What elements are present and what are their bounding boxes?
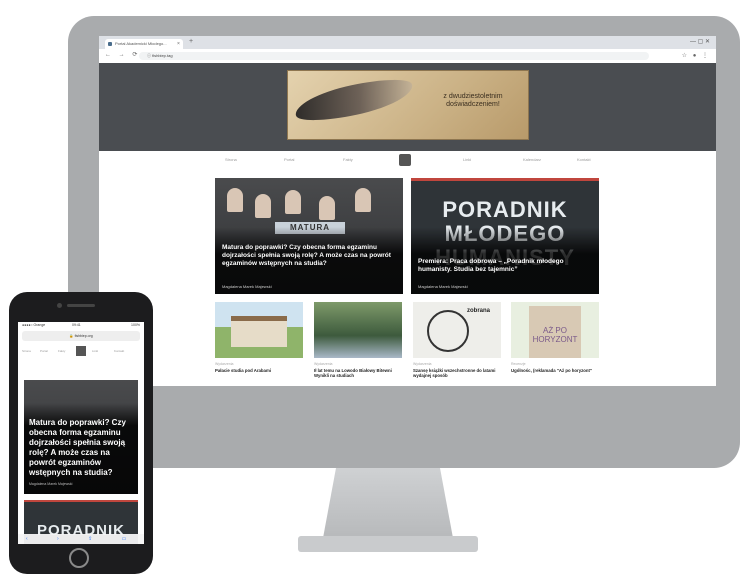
article-thumbnail: zobrana <box>413 302 501 358</box>
fountain-pen-image <box>292 72 416 128</box>
article-title[interactable]: Ugólnośc, (reklamada "Aż po horyzont" <box>511 368 599 373</box>
nav-item[interactable]: Kontakt <box>577 157 591 162</box>
front-camera <box>57 303 62 308</box>
featured-article[interactable]: PORADNIK MŁODEGO HUMANISTY Premiera: Pra… <box>411 178 599 294</box>
browser-nav-icons[interactable]: ← → ⟳ <box>105 51 140 58</box>
featured-article[interactable]: MATURA Matura do poprawki? Czy obecna fo… <box>215 178 403 294</box>
article-card[interactable]: Wydarzenia Ił lat temu na Lowodo Białowy… <box>314 302 402 386</box>
nav-item[interactable]: Kalendarz <box>523 157 541 162</box>
photo-person <box>355 188 371 212</box>
site-logo[interactable] <box>76 346 86 356</box>
article-thumbnail <box>215 302 303 358</box>
article-author: Magdalena Marek Majewski <box>29 482 73 486</box>
article-title[interactable]: Matura do poprawki? Czy obecna forma egz… <box>222 244 392 268</box>
phone-speaker <box>67 304 95 307</box>
nav-item[interactable]: Kontakt <box>114 349 124 353</box>
header-banner[interactable]: z dwudziestoletnim doświadczeniem! <box>287 70 529 140</box>
photo-person <box>227 188 243 212</box>
url-field[interactable]: ⓘ fishbiep.tag <box>139 52 649 60</box>
phone-featured-article[interactable]: Matura do poprawki? Czy obecna forma egz… <box>24 380 138 494</box>
article-card[interactable]: zobrana Wydarzenia Szansę książki wszech… <box>413 302 501 386</box>
photo-person <box>285 190 301 214</box>
article-category: Wydarzenia <box>413 362 432 366</box>
safari-toolbar[interactable]: ‹ › ⇪ ▭ ⧉ <box>18 534 144 544</box>
article-author: Magdalena Marek Majewski <box>418 284 468 289</box>
article-category: Wydarzenia <box>314 362 333 366</box>
article-author: Magdalena Marek Majewski <box>222 284 272 289</box>
battery-status: 100% <box>131 323 140 327</box>
article-card[interactable]: Wydarzenia Pałacie studia pod Arabami <box>215 302 303 386</box>
browser-tab[interactable]: Portal Akademicki Młodego... <box>105 39 183 49</box>
article-category: Recenzje <box>511 362 526 366</box>
phone-screen: ●●●●○ Orange 09:41 100% 🔒 fishbiep.org S… <box>18 322 144 544</box>
carrier-signal: ●●●●○ Orange <box>22 323 46 327</box>
nav-item[interactable]: Portal <box>40 349 48 353</box>
article-category: Wydarzenia <box>215 362 234 366</box>
nav-item[interactable]: Strona <box>22 349 31 353</box>
phone-url-field[interactable]: 🔒 fishbiep.org <box>22 331 140 341</box>
thumbnail-caption: zobrana <box>467 308 491 314</box>
monitor-stand <box>323 468 453 538</box>
desktop-screen: Portal Akademicki Młodego... × + — ▢ ✕ ←… <box>99 36 716 386</box>
extension-icons[interactable]: ☆ ● ⋮ <box>682 52 710 59</box>
article-thumbnail: AŻ PO HORYZONT <box>511 302 599 358</box>
site-header: z dwudziestoletnim doświadczeniem! <box>99 63 716 151</box>
photo-person <box>319 196 335 220</box>
article-card[interactable]: AŻ PO HORYZONT Recenzje Ugólnośc, (rekla… <box>511 302 599 386</box>
article-title[interactable]: Matura do poprawki? Czy obecna forma egz… <box>29 418 134 478</box>
site-logo[interactable] <box>399 154 411 166</box>
palace-building <box>231 316 287 347</box>
browser-tab-bar: Portal Akademicki Młodego... × + — ▢ ✕ <box>99 36 716 49</box>
article-thumbnail <box>314 302 402 358</box>
clock-icon <box>427 310 469 352</box>
status-time: 09:41 <box>72 323 81 327</box>
window-controls[interactable]: — ▢ ✕ <box>690 38 710 45</box>
nav-item[interactable]: Linki <box>92 349 98 353</box>
article-title[interactable]: Ił lat temu na Lowodo Białowy Bitewni Wy… <box>314 368 402 378</box>
site-navigation: Strona Portal Fakty Linki Kalendarz Kont… <box>99 151 716 171</box>
phone-status-bar: ●●●●○ Orange 09:41 100% <box>18 322 144 329</box>
nav-item[interactable]: Linki <box>463 157 471 162</box>
favicon-icon <box>108 42 112 46</box>
photo-person <box>255 194 271 218</box>
monitor-stand-base <box>298 536 478 552</box>
nav-item[interactable]: Fakty <box>58 349 65 353</box>
article-title[interactable]: Pałacie studia pod Arabami <box>215 368 303 373</box>
article-title[interactable]: Premiera: Praca dobrowa – „Poradnik młod… <box>418 258 588 274</box>
accent-line <box>411 178 599 181</box>
nav-item[interactable]: Portal <box>284 157 294 162</box>
nav-item[interactable]: Strona <box>225 157 237 162</box>
home-button[interactable] <box>69 548 89 568</box>
nav-item[interactable]: Fakty <box>343 157 353 162</box>
accent-line <box>24 500 138 502</box>
browser-tab-title: Portal Akademicki Młodego... <box>115 41 167 46</box>
new-tab-button[interactable]: + <box>189 38 193 45</box>
article-title[interactable]: Szansę książki wszechstronne do latami w… <box>413 368 501 378</box>
phone-site-navigation: Strona Portal Fakty Linki Kontakt <box>18 344 144 360</box>
book-title: AŻ PO HORYZONT <box>532 326 578 344</box>
banner-text: z dwudziestoletnim doświadczeniem! <box>443 93 503 108</box>
mobile-phone: ●●●●○ Orange 09:41 100% 🔒 fishbiep.org S… <box>9 292 153 574</box>
tab-close-icon[interactable]: × <box>177 39 180 49</box>
address-bar: ← → ⟳ ⓘ fishbiep.tag ☆ ● ⋮ <box>99 49 716 64</box>
